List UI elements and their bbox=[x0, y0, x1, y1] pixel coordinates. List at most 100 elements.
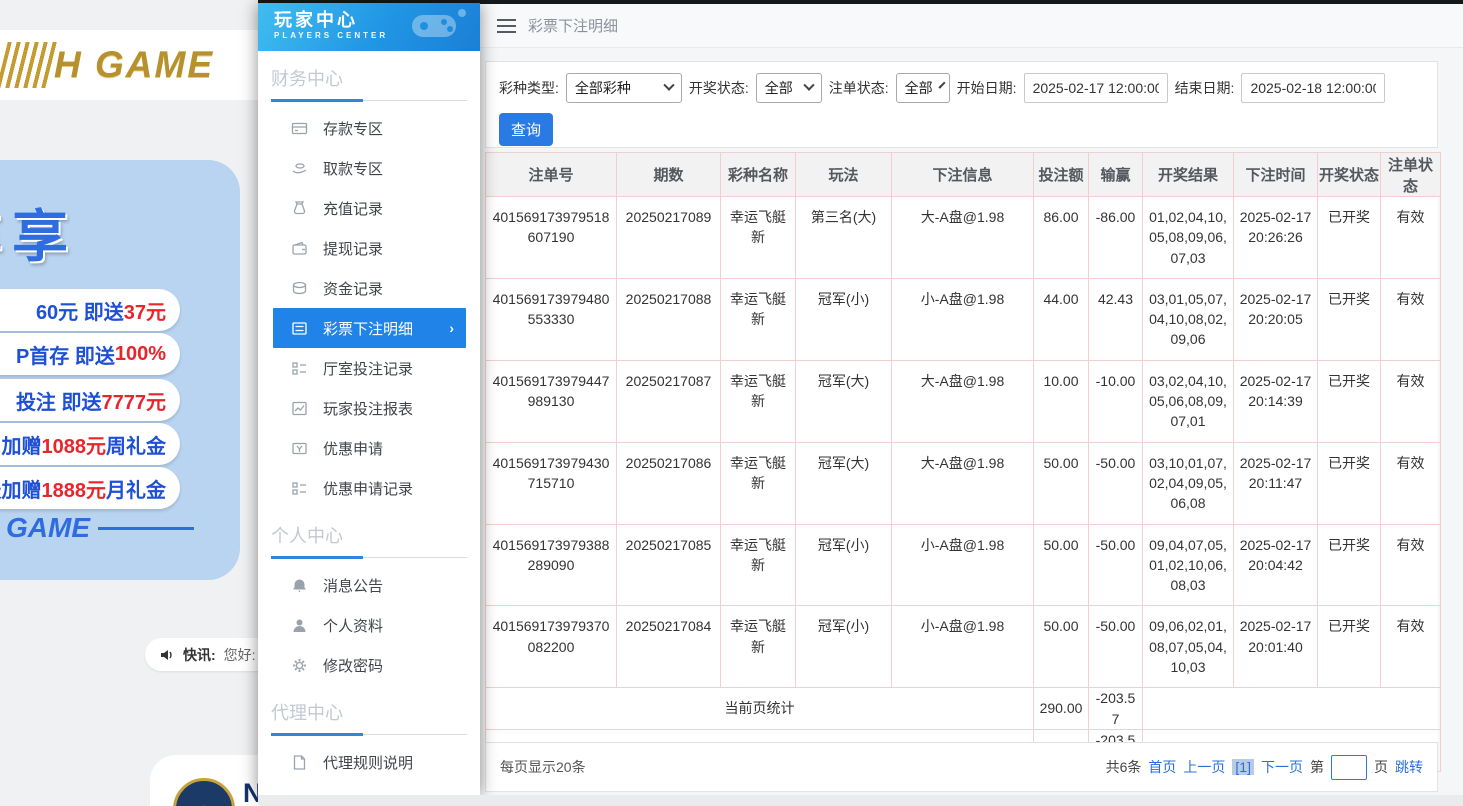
sidebar-item-withdrawal-record[interactable]: 提现记录 bbox=[273, 228, 466, 268]
sidebar-item-promo-apply[interactable]: 优惠申请 bbox=[273, 428, 466, 468]
sidebar-item-label: 取款专区 bbox=[323, 158, 383, 179]
brand-logo-text: H GAME bbox=[54, 44, 214, 86]
document-icon bbox=[291, 754, 308, 771]
player-center-sidebar: 玩家中心 PLAYERS CENTER 财务中心 存款专区 取款专区 充值记录 … bbox=[258, 3, 480, 795]
table-row: 401569173979430715710 20250217086 幸运飞艇新 … bbox=[486, 442, 1441, 524]
cell-order-no: 401569173979518607190 bbox=[486, 197, 617, 279]
sidebar-item-label: 代理规则说明 bbox=[323, 752, 413, 773]
draw-status-select[interactable]: 全部 bbox=[756, 73, 822, 103]
sidebar-item-label: 优惠申请记录 bbox=[323, 478, 413, 499]
news-ticker: 快讯: 您好: bbox=[145, 638, 262, 671]
cell-bet-info: 小-A盘@1.98 bbox=[892, 278, 1034, 360]
sidebar-item-funds-record[interactable]: 资金记录 bbox=[273, 268, 466, 308]
sidebar-item-promo-apply-record[interactable]: 优惠申请记录 bbox=[273, 468, 466, 508]
start-date-input[interactable] bbox=[1024, 73, 1168, 103]
next-page-link[interactable]: 下一页 bbox=[1261, 757, 1303, 777]
col-order-no: 注单号 bbox=[486, 153, 617, 197]
cell-draw-status: 已开奖 bbox=[1318, 197, 1381, 279]
filter-panel: 彩种类型: 全部彩种 开奖状态: 全部 注单状态: 全部 开始日期: 结束日期:… bbox=[485, 61, 1438, 148]
cell-time: 2025-02-17 20:14:39 bbox=[1234, 360, 1318, 442]
sidebar-item-deposit[interactable]: 存款专区 bbox=[273, 108, 466, 148]
cell-period: 20250217087 bbox=[617, 360, 721, 442]
cell-amount: 50.00 bbox=[1034, 524, 1089, 606]
sidebar-header: 玩家中心 PLAYERS CENTER bbox=[258, 3, 480, 51]
sidebar-item-hall-bet-record[interactable]: 厅室投注记录 bbox=[273, 348, 466, 388]
cell-result: 03,02,04,10,05,06,08,09,07,01 bbox=[1143, 360, 1234, 442]
cell-play: 冠军(小) bbox=[796, 278, 892, 360]
news-label: 快讯: bbox=[183, 645, 216, 665]
cell-win-loss: -50.00 bbox=[1089, 442, 1143, 524]
order-status-select[interactable]: 全部 bbox=[896, 73, 950, 103]
cell-result: 01,02,04,10,05,08,09,06,07,03 bbox=[1143, 197, 1234, 279]
funds-coins-icon bbox=[291, 280, 308, 297]
table-header-row: 注单号 期数 彩种名称 玩法 下注信息 投注额 输赢 开奖结果 下注时间 开奖状… bbox=[486, 153, 1441, 197]
lottery-type-select[interactable]: 全部彩种 bbox=[566, 73, 682, 103]
table-row: 401569173979518607190 20250217089 幸运飞艇新 … bbox=[486, 197, 1441, 279]
prev-page-link[interactable]: 上一页 bbox=[1183, 757, 1225, 777]
sidebar-item-agent-rules[interactable]: 代理规则说明 bbox=[273, 742, 466, 782]
promo-pill-highlight: 100% bbox=[115, 343, 166, 366]
cell-order-status: 有效 bbox=[1381, 360, 1441, 442]
sidebar-item-withdraw[interactable]: 取款专区 bbox=[273, 148, 466, 188]
cell-bet-info: 大-A盘@1.98 bbox=[892, 442, 1034, 524]
bets-table-card: 注单号 期数 彩种名称 玩法 下注信息 投注额 输赢 开奖结果 下注时间 开奖状… bbox=[485, 152, 1438, 772]
jump-go-link[interactable]: 跳转 bbox=[1395, 757, 1423, 777]
promo-pill: P首存 即送100% bbox=[0, 333, 180, 375]
col-order-status: 注单状态 bbox=[1381, 153, 1441, 197]
sidebar-item-recharge-record[interactable]: 充值记录 bbox=[273, 188, 466, 228]
cell-result: 03,10,01,07,02,04,09,05,06,08 bbox=[1143, 442, 1234, 524]
hall-bets-icon bbox=[291, 360, 308, 377]
speaker-icon bbox=[159, 647, 175, 663]
cell-order-status: 有效 bbox=[1381, 278, 1441, 360]
order-status-label: 注单状态: bbox=[829, 78, 889, 98]
section-underline bbox=[271, 556, 467, 559]
promo-pill: 投注 即送7777元 bbox=[0, 379, 180, 421]
cell-order-status: 有效 bbox=[1381, 197, 1441, 279]
sidebar-item-label: 彩票下注明细 bbox=[323, 318, 413, 339]
cell-period: 20250217085 bbox=[617, 524, 721, 606]
query-button[interactable]: 查询 bbox=[499, 113, 553, 146]
cell-order-status: 有效 bbox=[1381, 524, 1441, 606]
cell-win-loss: -86.00 bbox=[1089, 197, 1143, 279]
promo-record-icon bbox=[291, 480, 308, 497]
pagination-bar: 每页显示20条 共6条 首页 上一页 [1] 下一页 第 页 跳转 bbox=[485, 742, 1438, 792]
sidebar-item-label: 厅室投注记录 bbox=[323, 358, 413, 379]
sidebar-item-label: 资金记录 bbox=[323, 278, 383, 299]
promo-headline: 尊享 bbox=[0, 192, 78, 273]
cell-amount: 50.00 bbox=[1034, 606, 1089, 688]
cell-draw-status: 已开奖 bbox=[1318, 606, 1381, 688]
main-content: 彩票下注明细 彩种类型: 全部彩种 开奖状态: 全部 注单状态: 全部 开始日期… bbox=[480, 0, 1463, 806]
sidebar-item-profile[interactable]: 个人资料 bbox=[273, 605, 466, 645]
table-row: 401569173979370082200 20250217084 幸运飞艇新 … bbox=[486, 606, 1441, 688]
sidebar-item-lottery-bet-detail[interactable]: 彩票下注明细 › bbox=[273, 308, 466, 348]
cell-amount: 10.00 bbox=[1034, 360, 1089, 442]
sidebar-item-agent-team-stats[interactable]: 代理团队统计 bbox=[273, 782, 466, 795]
cell-order-no: 401569173979480553330 bbox=[486, 278, 617, 360]
col-amount: 投注额 bbox=[1034, 153, 1089, 197]
gamepad-icon bbox=[406, 7, 470, 47]
bets-table: 注单号 期数 彩种名称 玩法 下注信息 投注额 输赢 开奖结果 下注时间 开奖状… bbox=[485, 152, 1441, 772]
page-number-input[interactable] bbox=[1331, 755, 1367, 780]
cell-time: 2025-02-17 20:26:26 bbox=[1234, 197, 1318, 279]
sidebar-item-change-password[interactable]: 修改密码 bbox=[273, 645, 466, 685]
promo-pill-text: 60元 即送 bbox=[36, 296, 124, 325]
promo-banner: 尊享 60元 即送37元 P首存 即送100% 投注 即送7777元 加赠108… bbox=[0, 160, 240, 580]
cell-draw-status: 已开奖 bbox=[1318, 360, 1381, 442]
sidebar-item-player-bet-report[interactable]: 玩家投注报表 bbox=[273, 388, 466, 428]
hamburger-menu-icon[interactable] bbox=[497, 19, 516, 33]
end-date-input[interactable] bbox=[1241, 73, 1385, 103]
promo-pill-highlight: 1888元 bbox=[42, 474, 107, 503]
section-title-agent: 代理中心 bbox=[271, 699, 480, 725]
cell-order-status: 有效 bbox=[1381, 442, 1441, 524]
col-result: 开奖结果 bbox=[1143, 153, 1234, 197]
total-count: 共6条 bbox=[1106, 757, 1142, 777]
sidebar-item-announcements[interactable]: 消息公告 bbox=[273, 565, 466, 605]
cell-amount: 50.00 bbox=[1034, 442, 1089, 524]
cell-time: 2025-02-17 20:04:42 bbox=[1234, 524, 1318, 606]
news-text: 您好: bbox=[224, 645, 256, 665]
recharge-bag-icon bbox=[291, 200, 308, 217]
cell-order-no: 401569173979370082200 bbox=[486, 606, 617, 688]
sidebar-item-label: 消息公告 bbox=[323, 575, 383, 596]
first-page-link[interactable]: 首页 bbox=[1148, 757, 1176, 777]
player-report-icon bbox=[291, 400, 308, 417]
